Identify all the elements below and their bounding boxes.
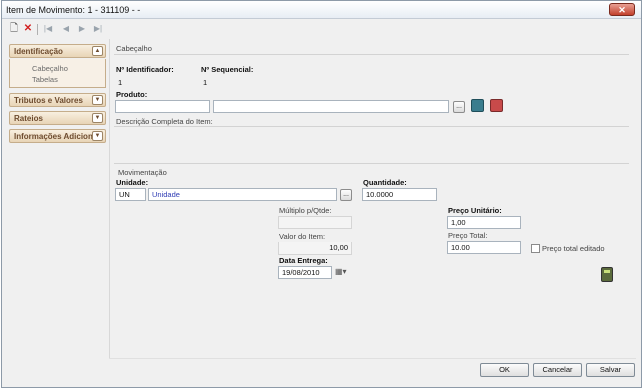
delete-icon[interactable]: ✕ bbox=[22, 22, 34, 36]
sidebar-item-cabecalho[interactable]: Cabeçalho bbox=[32, 64, 68, 73]
seq-label: Nº Sequencial: bbox=[201, 65, 254, 74]
section-divider bbox=[114, 163, 629, 164]
sidebar-section-label: Tributos e Valores bbox=[14, 96, 83, 105]
data-entrega-input[interactable]: 19/08/2010 bbox=[278, 266, 332, 279]
id-value: 1 bbox=[118, 78, 123, 87]
quantidade-label: Quantidade: bbox=[363, 178, 407, 187]
last-record-icon[interactable]: ▶| bbox=[92, 22, 104, 36]
unidade-label: Unidade: bbox=[116, 178, 149, 187]
section-title-movimentacao: Movimentação bbox=[118, 168, 167, 177]
sidebar-section-label: Rateios bbox=[14, 114, 43, 123]
product-details-icon[interactable] bbox=[490, 99, 503, 112]
section-divider bbox=[114, 126, 629, 127]
valor-item-label: Valor do Item: bbox=[279, 232, 326, 241]
preco-total-input[interactable]: 10.00 bbox=[447, 241, 521, 254]
descricao-field[interactable] bbox=[116, 131, 626, 161]
chevron-down-icon[interactable]: ▼ bbox=[92, 131, 103, 141]
ok-button[interactable]: OK bbox=[480, 363, 529, 377]
dialog-window: Item de Movimento: 1 - 311109 - - ✕ 🗋 ✕ … bbox=[1, 0, 642, 388]
sidebar-section-rateios[interactable]: Rateios ▼ bbox=[9, 111, 106, 125]
save-button[interactable]: Salvar bbox=[586, 363, 635, 377]
section-divider bbox=[114, 54, 629, 55]
preco-total-editado-checkbox[interactable] bbox=[531, 244, 540, 253]
preco-unitario-label: Preço Unitário: bbox=[448, 206, 502, 215]
quantidade-input[interactable]: 10.0000 bbox=[362, 188, 437, 201]
produto-code-input[interactable] bbox=[115, 100, 210, 113]
footer-divider bbox=[109, 358, 636, 359]
window-title: Item de Movimento: 1 - 311109 - - bbox=[6, 5, 141, 15]
multiplo-label: Múltiplo p/Qtde: bbox=[279, 206, 332, 215]
close-button[interactable]: ✕ bbox=[609, 3, 635, 16]
unidade-name-input[interactable]: Unidade bbox=[148, 188, 337, 201]
produto-label: Produto: bbox=[116, 90, 148, 99]
sidebar-section-label: Informações Adicion: bbox=[14, 132, 96, 141]
multiplo-field bbox=[278, 216, 352, 229]
cancel-button[interactable]: Cancelar bbox=[533, 363, 582, 377]
chevron-up-icon[interactable]: ▲ bbox=[92, 46, 103, 56]
produto-name-input[interactable] bbox=[213, 100, 449, 113]
sidebar: Identificação ▲ Cabeçalho Tabelas Tribut… bbox=[9, 41, 108, 359]
chevron-down-icon[interactable]: ▼ bbox=[92, 113, 103, 123]
calculator-icon[interactable] bbox=[601, 267, 613, 282]
new-document-icon[interactable]: 🗋 bbox=[8, 22, 20, 36]
calendar-icon[interactable]: ▦▾ bbox=[335, 267, 347, 276]
produto-lookup-button[interactable]: ... bbox=[453, 101, 465, 113]
sidebar-section-tributos[interactable]: Tributos e Valores ▼ bbox=[9, 93, 106, 107]
section-title-cabecalho: Cabeçalho bbox=[116, 44, 152, 53]
sidebar-item-tabelas[interactable]: Tabelas bbox=[32, 75, 58, 84]
valor-item-field: 10,00 bbox=[278, 242, 352, 255]
seq-value: 1 bbox=[203, 78, 208, 87]
sidebar-section-info[interactable]: Informações Adicion: ▼ bbox=[9, 129, 106, 143]
title-bar: Item de Movimento: 1 - 311109 - - ✕ bbox=[2, 1, 641, 19]
previous-record-icon[interactable]: ◀ bbox=[60, 22, 72, 36]
close-icon: ✕ bbox=[618, 5, 626, 15]
data-entrega-label: Data Entrega: bbox=[279, 256, 328, 265]
chevron-down-icon[interactable]: ▼ bbox=[92, 95, 103, 105]
product-search-icon[interactable] bbox=[471, 99, 484, 112]
preco-total-label: Preço Total: bbox=[448, 231, 488, 240]
sidebar-section-label: Identificação bbox=[14, 47, 63, 56]
unidade-code-input[interactable]: UN bbox=[115, 188, 146, 201]
toolbar-separator bbox=[37, 24, 38, 35]
id-label: Nº Identificador: bbox=[116, 65, 174, 74]
unidade-lookup-button[interactable]: ... bbox=[340, 189, 352, 201]
sidebar-section-identificacao[interactable]: Identificação ▲ bbox=[9, 44, 106, 58]
first-record-icon[interactable]: |◀ bbox=[42, 22, 54, 36]
sidebar-section-body: Cabeçalho Tabelas bbox=[9, 59, 106, 88]
preco-unitario-input[interactable]: 1,00 bbox=[447, 216, 521, 229]
next-record-icon[interactable]: ▶ bbox=[76, 22, 88, 36]
preco-total-editado-label: Preço total editado bbox=[542, 244, 605, 253]
descricao-label: Descrição Completa do Item: bbox=[116, 117, 213, 126]
toolbar: 🗋 ✕ |◀ ◀ ▶ ▶| bbox=[6, 22, 126, 38]
